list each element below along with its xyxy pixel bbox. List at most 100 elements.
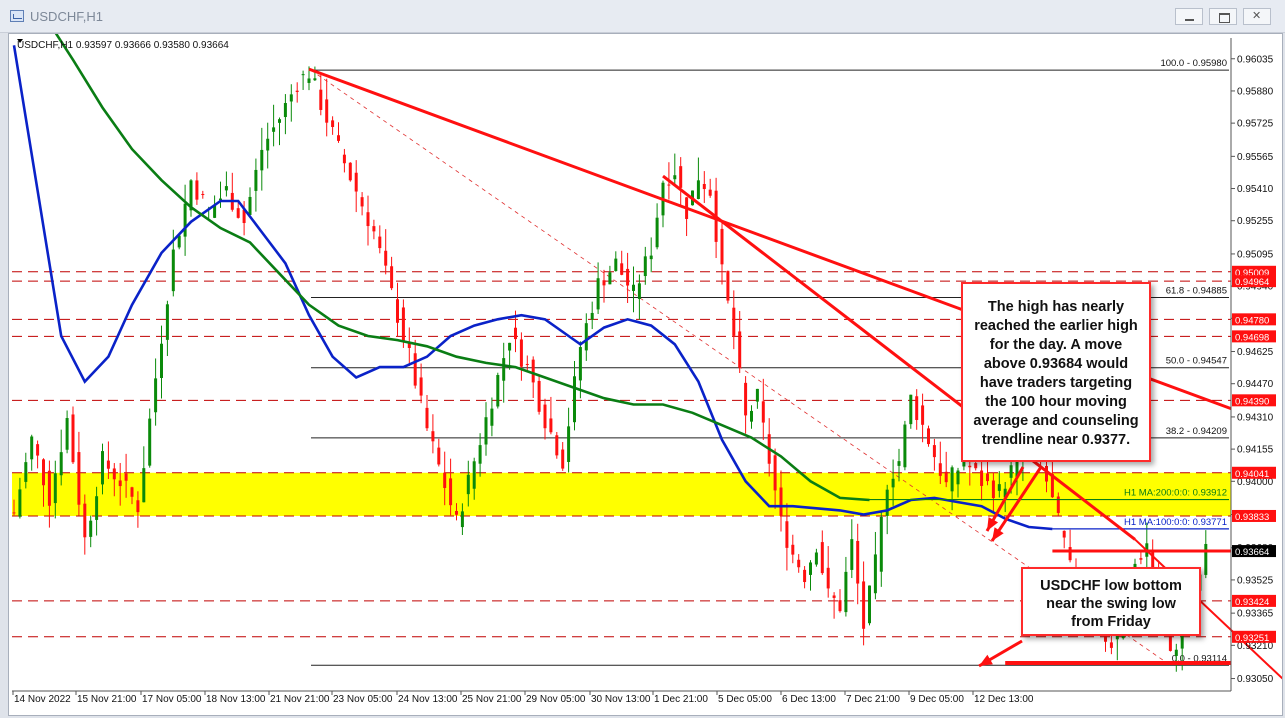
candle-body xyxy=(820,542,824,574)
candle-body xyxy=(732,307,736,336)
candle-body xyxy=(649,255,653,260)
candle-body xyxy=(927,428,930,445)
arrow-high-2-head xyxy=(992,527,1004,541)
candle-body xyxy=(785,521,789,548)
candle-body xyxy=(295,90,299,92)
candle-body xyxy=(89,520,93,537)
window-titlebar[interactable]: USDCHF,H1 xyxy=(0,0,1285,33)
candle-body xyxy=(655,217,659,248)
candle-body xyxy=(30,436,34,460)
candle-body xyxy=(455,511,458,515)
candle-body xyxy=(826,567,830,589)
candle-body xyxy=(71,414,75,463)
time-tick-label: 17 Nov 05:00 xyxy=(142,694,202,705)
candle-body xyxy=(278,119,281,123)
candle-body xyxy=(331,120,335,127)
candle-body xyxy=(195,180,199,200)
price-tick-label: 0.94470 xyxy=(1237,379,1274,390)
candle-body xyxy=(708,189,712,196)
price-tick-label: 0.94155 xyxy=(1237,445,1274,456)
candle-body xyxy=(720,228,724,265)
candle-body xyxy=(260,149,264,171)
price-tick-label: 0.93050 xyxy=(1237,674,1274,685)
candle-body xyxy=(130,487,134,497)
candle-body xyxy=(301,74,305,76)
candle-body xyxy=(18,489,22,517)
candle-body xyxy=(761,401,765,423)
candle-body xyxy=(472,461,476,489)
fibonacci-level-label: 38.2 - 0.94209 xyxy=(1166,426,1227,437)
candle-body xyxy=(632,284,635,291)
candle-body xyxy=(413,353,417,386)
candle-body xyxy=(53,473,57,504)
candle-body xyxy=(431,431,435,442)
candle-body xyxy=(903,424,907,468)
restore-button[interactable] xyxy=(1209,8,1237,25)
candle-body xyxy=(59,452,63,476)
candle-body xyxy=(236,208,240,218)
candle-body xyxy=(201,193,205,195)
candle-body xyxy=(696,180,700,199)
candle-body xyxy=(1109,642,1113,648)
annotation-high-note: The high has nearly reached the earlier … xyxy=(961,282,1151,462)
candle-body xyxy=(65,418,69,450)
time-tick-label: 21 Nov 21:00 xyxy=(270,694,330,705)
candle-body xyxy=(809,562,812,575)
candle-body xyxy=(862,581,866,629)
candle-body xyxy=(702,183,706,190)
time-tick-label: 7 Dec 21:00 xyxy=(846,694,900,705)
candle-body xyxy=(118,480,122,487)
candle-body xyxy=(531,359,535,383)
candle-body xyxy=(803,569,807,583)
candle-body xyxy=(307,78,311,83)
candle-body xyxy=(726,270,730,301)
candle-body xyxy=(171,249,175,292)
candle-body xyxy=(980,470,984,486)
candle-body xyxy=(154,378,158,413)
candle-body xyxy=(508,342,512,351)
candle-body xyxy=(519,339,523,367)
annotation-low-note: USDCHF low bottom near the swing low fro… xyxy=(1021,567,1201,636)
minimize-button[interactable] xyxy=(1175,8,1203,25)
candle-body xyxy=(750,410,753,422)
fibonacci-level-label: 61.8 - 0.94885 xyxy=(1166,286,1227,297)
candle-body xyxy=(266,138,270,151)
level-price-label: 0.93833 xyxy=(1235,512,1269,523)
candle-body xyxy=(112,468,116,480)
candle-body xyxy=(337,135,340,141)
candle-body xyxy=(272,127,276,132)
candle-body xyxy=(956,470,960,485)
candle-body xyxy=(401,307,405,341)
ma-100-label: H1 MA:100:0:0: 0.93771 xyxy=(1124,517,1227,528)
candle-body xyxy=(590,312,594,320)
candle-body xyxy=(136,500,140,513)
chart-window-icon xyxy=(10,10,24,22)
candle-body xyxy=(814,552,818,565)
candle-body xyxy=(868,585,871,624)
ma-200-label: H1 MA:200:0:0: 0.93912 xyxy=(1124,488,1227,499)
time-tick-label: 6 Dec 13:00 xyxy=(782,694,836,705)
time-tick-label: 5 Dec 05:00 xyxy=(718,694,772,705)
candle-body xyxy=(484,417,488,445)
price-tick-label: 0.95880 xyxy=(1237,86,1274,97)
fibonacci-level-label: 100.0 - 0.95980 xyxy=(1160,58,1227,69)
candle-body xyxy=(561,449,565,469)
candle-body xyxy=(986,473,989,482)
candle-body xyxy=(755,388,759,402)
candle-body xyxy=(313,78,317,81)
candle-body xyxy=(537,380,541,412)
time-tick-label: 18 Nov 13:00 xyxy=(206,694,266,705)
candle-body xyxy=(909,394,913,425)
candle-body xyxy=(773,455,777,491)
time-tick-label: 30 Nov 13:00 xyxy=(591,694,651,705)
candle-body xyxy=(950,467,954,492)
candle-body xyxy=(584,323,588,351)
candle-body xyxy=(1062,530,1066,538)
candle-body xyxy=(124,473,128,481)
candle-body xyxy=(997,484,1001,491)
support-zone xyxy=(12,472,1231,516)
close-button[interactable] xyxy=(1243,8,1271,25)
level-price-label: 0.94964 xyxy=(1235,277,1269,288)
level-price-label: 0.94390 xyxy=(1235,396,1269,407)
candle-body xyxy=(791,544,795,555)
